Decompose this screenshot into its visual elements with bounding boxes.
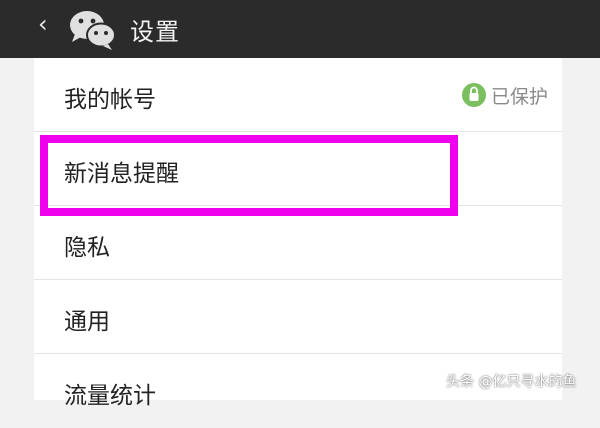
title-bar: ‹ 设置 [0, 0, 600, 58]
settings-item-privacy[interactable]: 隐私 [34, 206, 562, 280]
settings-list: 我的帐号 已保护 新消息提醒 隐私 通用 流量统计 [34, 58, 562, 409]
settings-item-label: 隐私 [64, 235, 110, 261]
watermark: 头条 @亿只寻水的鱼 [446, 374, 577, 390]
settings-item-account[interactable]: 我的帐号 已保护 [34, 58, 562, 132]
account-protection-status: 已保护 [461, 82, 548, 108]
status-text: 已保护 [490, 85, 548, 108]
settings-item-general[interactable]: 通用 [34, 280, 562, 354]
wechat-logo-icon [70, 11, 116, 50]
page-title: 设置 [130, 18, 180, 46]
settings-item-label: 流量统计 [64, 383, 156, 409]
settings-item-label: 我的帐号 [64, 87, 156, 113]
lock-icon [461, 83, 486, 107]
back-icon[interactable]: ‹ [38, 10, 48, 38]
highlight-box [40, 135, 458, 216]
settings-item-data-usage[interactable]: 流量统计 [34, 354, 562, 428]
settings-item-label: 通用 [64, 309, 110, 335]
